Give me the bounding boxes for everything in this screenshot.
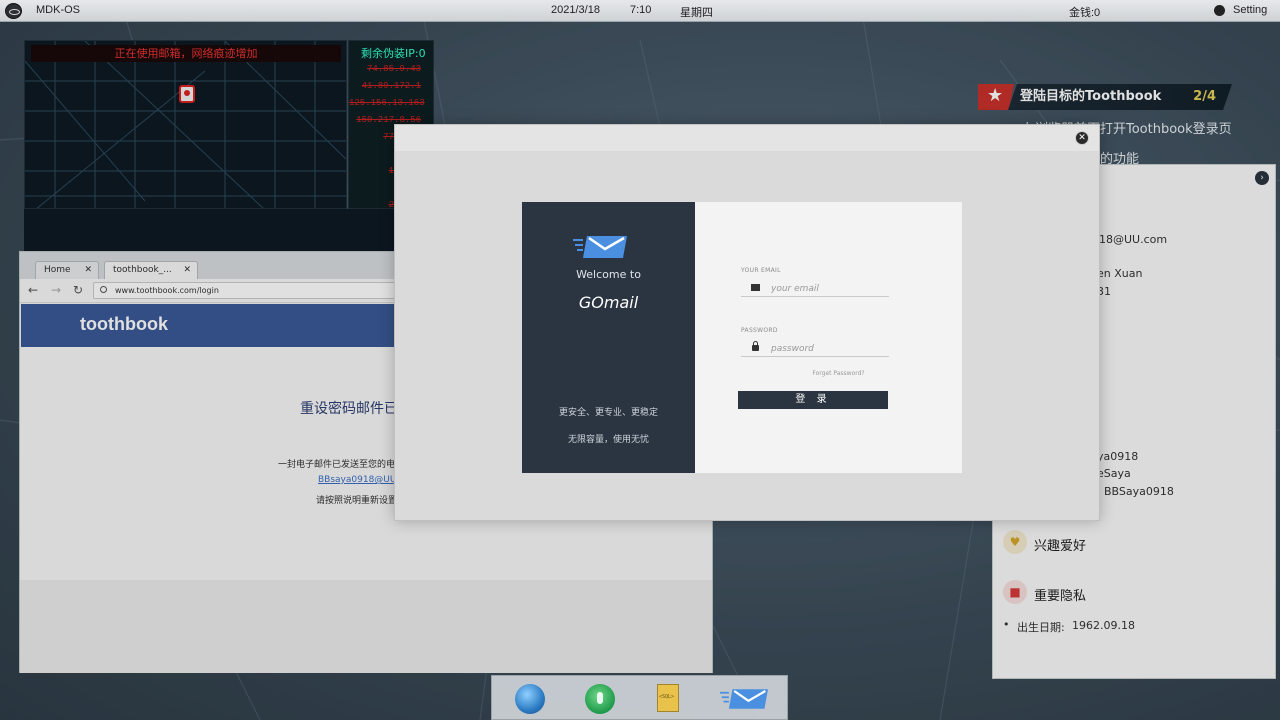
date-display: 2021/3/18 bbox=[551, 4, 600, 16]
gomail-welcome-panel: Welcome to GOmail 更安全、更专业、更稳定 无限容量，使用无忧 bbox=[522, 202, 695, 473]
gear-icon[interactable] bbox=[1214, 5, 1225, 16]
gomail-brand: GOmail bbox=[578, 293, 639, 312]
gomail-window: ✕ Welcome to GOmail 更安全、更专业、更稳定 无限容量，使用无… bbox=[394, 124, 1100, 521]
lock-icon bbox=[752, 341, 759, 351]
password-label: PASSWORD bbox=[741, 327, 778, 334]
gomail-titlebar bbox=[395, 125, 1099, 151]
envelope-icon bbox=[751, 284, 760, 291]
gomail-login-panel: YOUR EMAIL PASSWORD Forget Password? 登 录 bbox=[695, 202, 962, 473]
welcome-text: Welcome to bbox=[576, 268, 641, 281]
os-logo-icon[interactable] bbox=[5, 3, 22, 19]
forgot-password-link[interactable]: Forget Password? bbox=[695, 370, 962, 377]
money-display: 金钱:0 bbox=[1069, 7, 1101, 19]
close-icon[interactable]: ✕ bbox=[1075, 131, 1089, 145]
sql-file-icon[interactable] bbox=[657, 684, 679, 712]
mail-logo-icon bbox=[573, 236, 627, 258]
password-input[interactable] bbox=[771, 341, 886, 356]
slogan-line: 无限容量，使用无忧 bbox=[567, 435, 649, 445]
setting-button[interactable]: Setting bbox=[1233, 4, 1267, 16]
email-input[interactable] bbox=[771, 281, 886, 296]
os-name: MDK-OS bbox=[36, 4, 80, 16]
time-display: 7:10 bbox=[630, 4, 652, 16]
vpn-key-icon[interactable] bbox=[585, 684, 615, 714]
email-field bbox=[741, 281, 889, 297]
slogan-line: 更安全、更专业、更稳定 bbox=[558, 408, 658, 418]
gomail-icon[interactable] bbox=[720, 684, 768, 714]
login-button[interactable]: 登 录 bbox=[738, 391, 888, 409]
dock bbox=[491, 675, 788, 720]
email-label: YOUR EMAIL bbox=[741, 267, 781, 274]
browser-globe-icon[interactable] bbox=[515, 684, 545, 714]
top-bar: MDK-OS 2021/3/18 7:10 星期四 金钱:0 Setting bbox=[0, 0, 1280, 22]
password-field bbox=[741, 341, 889, 357]
weekday-display: 星期四 bbox=[680, 7, 713, 19]
